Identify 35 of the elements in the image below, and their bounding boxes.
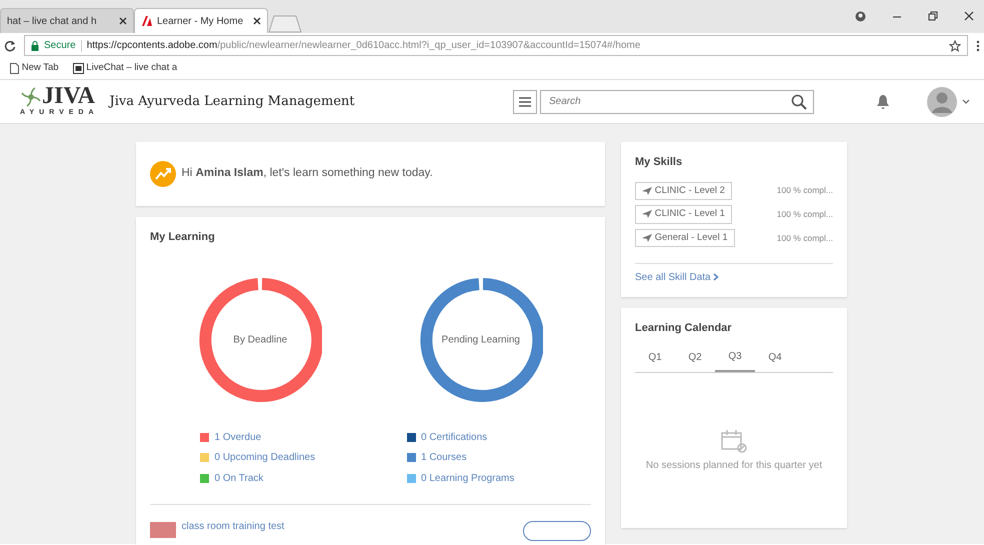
skill-tag[interactable]: General - Level 1 <box>635 229 735 248</box>
search-box[interactable]: Search <box>540 90 814 114</box>
legend-label[interactable]: 0 Learning Programs <box>421 470 514 486</box>
course-title[interactable]: class room training test <box>182 518 284 534</box>
skill-status: 100 % compl... <box>776 232 833 244</box>
skill-data-link[interactable]: See all Skill Data <box>635 270 720 285</box>
browser-tab[interactable]: Learner - My Home <box>134 8 268 33</box>
quarter-tab[interactable]: Q4 <box>755 348 795 372</box>
card-title: My Skills <box>635 155 684 170</box>
address-bar[interactable]: Secure https://cpcontents.adobe.com/public/newlearner/newlearner_0d610acc.html?i_qp_user_id=103907&accountId=15074#/home <box>24 35 968 56</box>
url-text: https://cpcontents.adobe.com/public/newlearner/newlearner_0d610acc.html?i_qp_user_id=103907&accountId=15074#/home <box>86 39 640 53</box>
legend-label[interactable]: 0 Certifications <box>421 430 488 444</box>
quarter-tab[interactable]: Q2 <box>675 348 715 372</box>
secure-label: Secure <box>44 39 76 53</box>
card-title: My Learning <box>150 230 216 245</box>
skill-tag[interactable]: CLINIC - Level 1 <box>635 205 732 224</box>
card-title: Learning Calendar <box>635 321 733 336</box>
bookmark[interactable]: LiveChat – live chat a <box>72 61 178 76</box>
quarter-tab[interactable]: Q1 <box>635 348 675 372</box>
donut-label: Pending Learning <box>442 333 520 347</box>
legend-label[interactable]: 0 Upcoming Deadlines <box>214 450 316 465</box>
quarter-tab[interactable]: Q3 <box>715 348 755 372</box>
greeting-text: Hi Amina Islam, let's learn something new today. <box>182 166 433 182</box>
skill-status: 100 % compl... <box>776 184 833 197</box>
legend-label[interactable]: 1 Courses <box>421 450 467 465</box>
donut-label: By Deadline <box>233 333 288 347</box>
app-title: Jiva Ayurveda Learning Management <box>110 92 355 111</box>
empty-message: No sessions planned for this quarter yet <box>646 459 822 474</box>
skill-status: 100 % compl... <box>776 208 833 221</box>
bookmark[interactable]: New Tab <box>10 61 59 76</box>
logo-text: JIVA <box>42 84 95 108</box>
skill-tag[interactable]: CLINIC - Level 2 <box>635 182 732 200</box>
browser-tab[interactable]: hat – live chat and h <box>0 8 134 33</box>
legend-label[interactable]: 1 Overdue <box>214 430 262 444</box>
legend-label[interactable]: 0 On Track <box>214 470 264 486</box>
